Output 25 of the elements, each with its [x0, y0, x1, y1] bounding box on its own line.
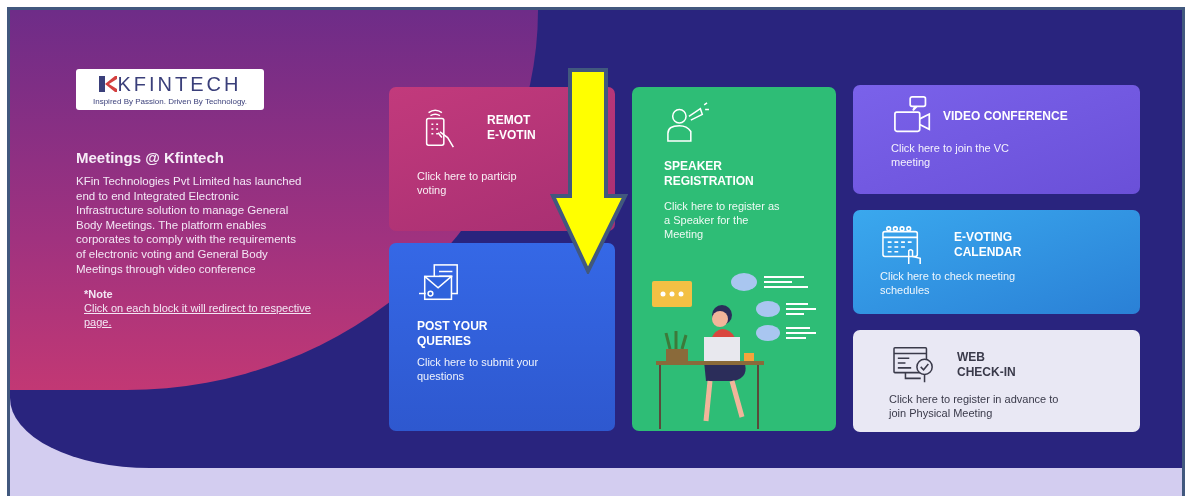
- down-arrow-icon: [550, 68, 628, 274]
- card-description: Click here to join the VC meeting: [891, 141, 1010, 169]
- intro-title: Meetings @ Kfintech: [76, 149, 225, 166]
- checkin-card[interactable]: WEB CHECK-IN Click here to register in advance to join Physical Meeting: [853, 330, 1140, 432]
- note-link[interactable]: Click on each block it will redirect to respective page.: [84, 301, 326, 330]
- card-description: Click here to check meeting schedules: [880, 269, 1017, 297]
- card-title: WEB CHECK-IN: [957, 350, 1016, 380]
- card-description: Click here to submit your questions: [417, 355, 540, 383]
- card-description: Click here to register as a Speaker for the Meeting: [664, 199, 781, 241]
- card-title: REMOT E-VOTIN: [487, 113, 536, 143]
- logo-tagline: Inspired By Passion. Driven By Technology.: [93, 97, 247, 106]
- note-label: *Note: [84, 287, 114, 302]
- logo-wordmark: KFINTECH: [117, 74, 242, 94]
- speaker-megaphone-icon: [664, 101, 710, 143]
- card-title: SPEAKER REGISTRATION: [664, 159, 755, 189]
- video-card[interactable]: VIDEO CONFERENCE Click here to join the VC meeting: [853, 85, 1140, 194]
- card-title: POST YOUR QUERIES: [417, 319, 489, 349]
- queries-card[interactable]: POST YOUR QUERIES Click here to submit your questions: [389, 243, 615, 431]
- intro-paragraph: KFin Technologies Pvt Limited has launched end to end Integrated Electronic Infrastructure solution to manage General Body Meetings. The platform enables corporates to comply with the requirements of electronic voting and General Body Meetings through video conference: [76, 174, 303, 277]
- logo-mark-icon: [98, 76, 117, 92]
- card-description: Click here to register in advance to join Physical Meeting: [889, 392, 1060, 420]
- card-title: E-VOTING CALENDAR: [954, 230, 1022, 260]
- card-description: Click here to particip voting: [417, 169, 518, 197]
- card-title: VIDEO CONFERENCE: [943, 108, 1068, 124]
- calendar-card[interactable]: E-VOTING CALENDAR Click here to check meeting schedules: [853, 210, 1140, 314]
